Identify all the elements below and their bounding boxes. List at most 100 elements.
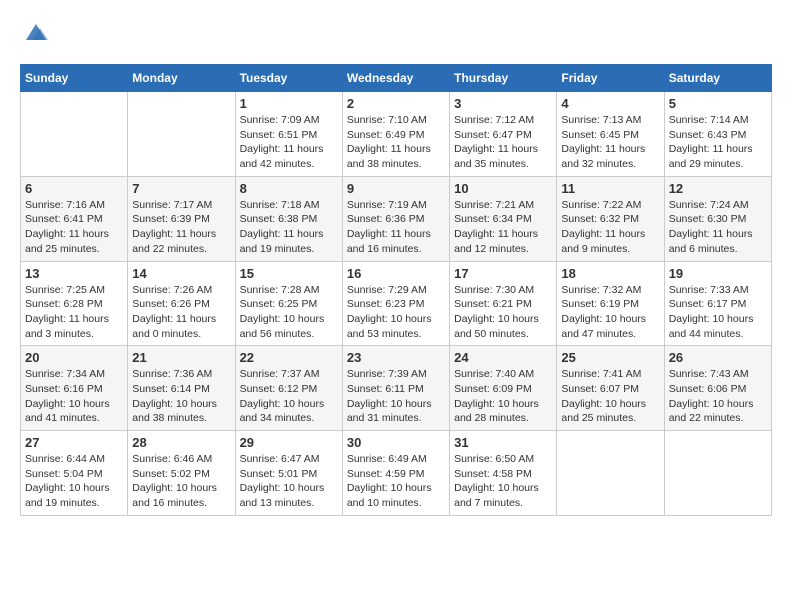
day-number: 1 [240, 96, 338, 111]
calendar-cell: 1 Sunrise: 7:09 AMSunset: 6:51 PMDaylight… [235, 92, 342, 177]
day-info: Sunrise: 7:22 AMSunset: 6:32 PMDaylight:… [561, 198, 659, 257]
week-row-5: 27 Sunrise: 6:44 AMSunset: 5:04 PMDayligh… [21, 431, 772, 516]
calendar-cell: 9 Sunrise: 7:19 AMSunset: 6:36 PMDaylight… [342, 176, 449, 261]
day-info: Sunrise: 6:46 AMSunset: 5:02 PMDaylight:… [132, 452, 230, 511]
day-info: Sunrise: 7:25 AMSunset: 6:28 PMDaylight:… [25, 283, 123, 342]
day-info: Sunrise: 7:34 AMSunset: 6:16 PMDaylight:… [25, 367, 123, 426]
day-info: Sunrise: 7:24 AMSunset: 6:30 PMDaylight:… [669, 198, 767, 257]
week-row-3: 13 Sunrise: 7:25 AMSunset: 6:28 PMDayligh… [21, 261, 772, 346]
day-number: 3 [454, 96, 552, 111]
page-header [20, 20, 772, 48]
day-number: 26 [669, 350, 767, 365]
day-number: 7 [132, 181, 230, 196]
calendar-cell: 12 Sunrise: 7:24 AMSunset: 6:30 PMDayligh… [664, 176, 771, 261]
day-number: 12 [669, 181, 767, 196]
day-info: Sunrise: 7:12 AMSunset: 6:47 PMDaylight:… [454, 113, 552, 172]
week-row-4: 20 Sunrise: 7:34 AMSunset: 6:16 PMDayligh… [21, 346, 772, 431]
day-info: Sunrise: 6:50 AMSunset: 4:58 PMDaylight:… [454, 452, 552, 511]
day-number: 5 [669, 96, 767, 111]
day-number: 27 [25, 435, 123, 450]
day-info: Sunrise: 7:39 AMSunset: 6:11 PMDaylight:… [347, 367, 445, 426]
calendar-cell: 17 Sunrise: 7:30 AMSunset: 6:21 PMDayligh… [450, 261, 557, 346]
calendar-cell [664, 431, 771, 516]
calendar-cell: 29 Sunrise: 6:47 AMSunset: 5:01 PMDayligh… [235, 431, 342, 516]
calendar-cell: 8 Sunrise: 7:18 AMSunset: 6:38 PMDaylight… [235, 176, 342, 261]
calendar-cell [21, 92, 128, 177]
day-info: Sunrise: 7:10 AMSunset: 6:49 PMDaylight:… [347, 113, 445, 172]
calendar-cell [557, 431, 664, 516]
calendar-cell: 27 Sunrise: 6:44 AMSunset: 5:04 PMDayligh… [21, 431, 128, 516]
day-number: 20 [25, 350, 123, 365]
day-info: Sunrise: 7:21 AMSunset: 6:34 PMDaylight:… [454, 198, 552, 257]
calendar-cell: 30 Sunrise: 6:49 AMSunset: 4:59 PMDayligh… [342, 431, 449, 516]
day-info: Sunrise: 7:13 AMSunset: 6:45 PMDaylight:… [561, 113, 659, 172]
weekday-header-sunday: Sunday [21, 65, 128, 92]
calendar-cell: 15 Sunrise: 7:28 AMSunset: 6:25 PMDayligh… [235, 261, 342, 346]
calendar-cell: 21 Sunrise: 7:36 AMSunset: 6:14 PMDayligh… [128, 346, 235, 431]
calendar-cell: 7 Sunrise: 7:17 AMSunset: 6:39 PMDaylight… [128, 176, 235, 261]
day-number: 4 [561, 96, 659, 111]
day-info: Sunrise: 7:41 AMSunset: 6:07 PMDaylight:… [561, 367, 659, 426]
calendar-cell [128, 92, 235, 177]
day-number: 14 [132, 266, 230, 281]
weekday-header-monday: Monday [128, 65, 235, 92]
week-row-1: 1 Sunrise: 7:09 AMSunset: 6:51 PMDaylight… [21, 92, 772, 177]
calendar-table: SundayMondayTuesdayWednesdayThursdayFrid… [20, 64, 772, 516]
day-info: Sunrise: 7:29 AMSunset: 6:23 PMDaylight:… [347, 283, 445, 342]
calendar-cell: 13 Sunrise: 7:25 AMSunset: 6:28 PMDayligh… [21, 261, 128, 346]
day-info: Sunrise: 6:49 AMSunset: 4:59 PMDaylight:… [347, 452, 445, 511]
day-info: Sunrise: 7:16 AMSunset: 6:41 PMDaylight:… [25, 198, 123, 257]
week-row-2: 6 Sunrise: 7:16 AMSunset: 6:41 PMDaylight… [21, 176, 772, 261]
day-number: 25 [561, 350, 659, 365]
calendar-cell: 18 Sunrise: 7:32 AMSunset: 6:19 PMDayligh… [557, 261, 664, 346]
calendar-cell: 11Sunrise: 7:22 AMSunset: 6:32 PMDayligh… [557, 176, 664, 261]
day-info: Sunrise: 7:37 AMSunset: 6:12 PMDaylight:… [240, 367, 338, 426]
day-number: 15 [240, 266, 338, 281]
calendar-cell: 4 Sunrise: 7:13 AMSunset: 6:45 PMDaylight… [557, 92, 664, 177]
day-number: 29 [240, 435, 338, 450]
calendar-cell: 3 Sunrise: 7:12 AMSunset: 6:47 PMDaylight… [450, 92, 557, 177]
calendar-cell: 6 Sunrise: 7:16 AMSunset: 6:41 PMDaylight… [21, 176, 128, 261]
calendar-cell: 16 Sunrise: 7:29 AMSunset: 6:23 PMDayligh… [342, 261, 449, 346]
day-number: 6 [25, 181, 123, 196]
day-info: Sunrise: 7:30 AMSunset: 6:21 PMDaylight:… [454, 283, 552, 342]
weekday-header-friday: Friday [557, 65, 664, 92]
day-number: 10 [454, 181, 552, 196]
day-info: Sunrise: 7:33 AMSunset: 6:17 PMDaylight:… [669, 283, 767, 342]
logo [20, 20, 50, 48]
day-info: Sunrise: 6:47 AMSunset: 5:01 PMDaylight:… [240, 452, 338, 511]
day-info: Sunrise: 7:36 AMSunset: 6:14 PMDaylight:… [132, 367, 230, 426]
weekday-header-tuesday: Tuesday [235, 65, 342, 92]
day-info: Sunrise: 7:09 AMSunset: 6:51 PMDaylight:… [240, 113, 338, 172]
calendar-cell: 22 Sunrise: 7:37 AMSunset: 6:12 PMDayligh… [235, 346, 342, 431]
day-number: 8 [240, 181, 338, 196]
calendar-cell: 28 Sunrise: 6:46 AMSunset: 5:02 PMDayligh… [128, 431, 235, 516]
logo-icon [22, 20, 50, 48]
day-info: Sunrise: 7:17 AMSunset: 6:39 PMDaylight:… [132, 198, 230, 257]
day-info: Sunrise: 7:28 AMSunset: 6:25 PMDaylight:… [240, 283, 338, 342]
day-info: Sunrise: 6:44 AMSunset: 5:04 PMDaylight:… [25, 452, 123, 511]
day-info: Sunrise: 7:26 AMSunset: 6:26 PMDaylight:… [132, 283, 230, 342]
day-number: 28 [132, 435, 230, 450]
calendar-cell: 5Sunrise: 7:14 AMSunset: 6:43 PMDaylight… [664, 92, 771, 177]
day-info: Sunrise: 7:18 AMSunset: 6:38 PMDaylight:… [240, 198, 338, 257]
day-info: Sunrise: 7:40 AMSunset: 6:09 PMDaylight:… [454, 367, 552, 426]
day-info: Sunrise: 7:32 AMSunset: 6:19 PMDaylight:… [561, 283, 659, 342]
day-number: 13 [25, 266, 123, 281]
day-number: 22 [240, 350, 338, 365]
day-number: 30 [347, 435, 445, 450]
day-number: 18 [561, 266, 659, 281]
day-number: 17 [454, 266, 552, 281]
day-number: 2 [347, 96, 445, 111]
day-number: 21 [132, 350, 230, 365]
day-number: 16 [347, 266, 445, 281]
day-number: 23 [347, 350, 445, 365]
calendar-cell: 26 Sunrise: 7:43 AMSunset: 6:06 PMDayligh… [664, 346, 771, 431]
weekday-header-row: SundayMondayTuesdayWednesdayThursdayFrid… [21, 65, 772, 92]
day-info: Sunrise: 7:43 AMSunset: 6:06 PMDaylight:… [669, 367, 767, 426]
weekday-header-saturday: Saturday [664, 65, 771, 92]
day-info: Sunrise: 7:19 AMSunset: 6:36 PMDaylight:… [347, 198, 445, 257]
calendar-cell: 14 Sunrise: 7:26 AMSunset: 6:26 PMDayligh… [128, 261, 235, 346]
day-number: 9 [347, 181, 445, 196]
day-number: 24 [454, 350, 552, 365]
